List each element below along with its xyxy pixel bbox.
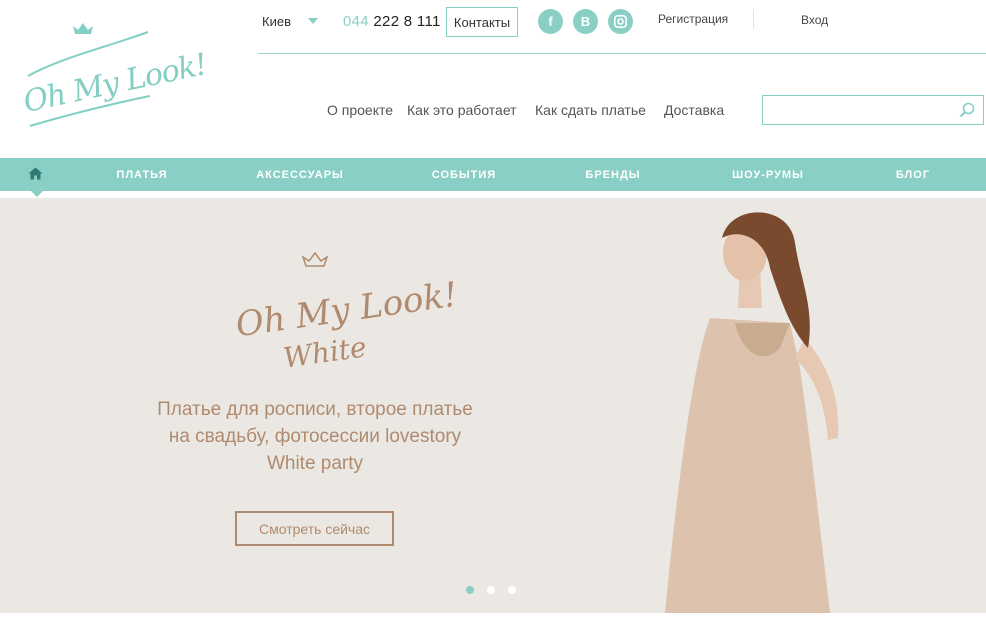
nav-delivery[interactable]: Доставка (664, 102, 724, 118)
active-pointer (31, 191, 43, 197)
model-photo (665, 212, 839, 613)
home-icon[interactable] (28, 167, 43, 180)
chevron-down-icon[interactable] (308, 18, 318, 24)
nav-blog[interactable]: БЛОГ (896, 169, 930, 181)
contacts-button[interactable]: Контакты (446, 7, 518, 37)
site-logo[interactable]: Oh My Look! (20, 18, 210, 133)
bottom-strip (0, 613, 986, 621)
crown-icon (73, 23, 93, 34)
phone-number: 044 222 8 111 (343, 13, 441, 30)
slider-dot[interactable] (466, 586, 474, 594)
facebook-icon[interactable]: f (538, 9, 563, 34)
search-input[interactable] (763, 96, 948, 124)
nav-how-it-works[interactable]: Как это работает (407, 102, 517, 118)
hero-banner: Oh My Look! White Платье для росписи, вт… (0, 198, 986, 613)
hero-tagline: Платье для росписи, второе платье на сва… (157, 399, 473, 474)
nav-accessories[interactable]: АКСЕССУАРЫ (256, 169, 344, 181)
search-icon[interactable] (959, 102, 975, 118)
header-divider (753, 9, 754, 29)
watch-now-button[interactable]: Смотреть сейчас (235, 511, 394, 546)
main-nav: ПЛАТЬЯ АКСЕССУАРЫ СОБЫТИЯ БРЕНДЫ ШОУ-РУМ… (0, 158, 986, 197)
slider-dot[interactable] (487, 586, 495, 594)
nav-dresses[interactable]: ПЛАТЬЯ (116, 169, 167, 181)
nav-events[interactable]: СОБЫТИЯ (432, 169, 496, 181)
city-selector[interactable]: Киев (262, 14, 291, 29)
search-box (762, 95, 984, 125)
register-link[interactable]: Регистрация (658, 12, 728, 26)
nav-about[interactable]: О проекте (327, 102, 393, 118)
instagram-icon[interactable] (608, 9, 633, 34)
crown-icon (302, 252, 328, 267)
slider-dots (466, 586, 516, 594)
slider-dot[interactable] (508, 586, 516, 594)
vk-icon[interactable]: B (573, 9, 598, 34)
header-rule (258, 53, 986, 54)
login-link[interactable]: Вход (801, 13, 828, 27)
nav-showrooms[interactable]: ШОУ-РУМЫ (732, 169, 804, 181)
nav-brands[interactable]: БРЕНДЫ (585, 169, 640, 181)
nav-how-to-rent-out[interactable]: Как сдать платье (535, 102, 646, 118)
